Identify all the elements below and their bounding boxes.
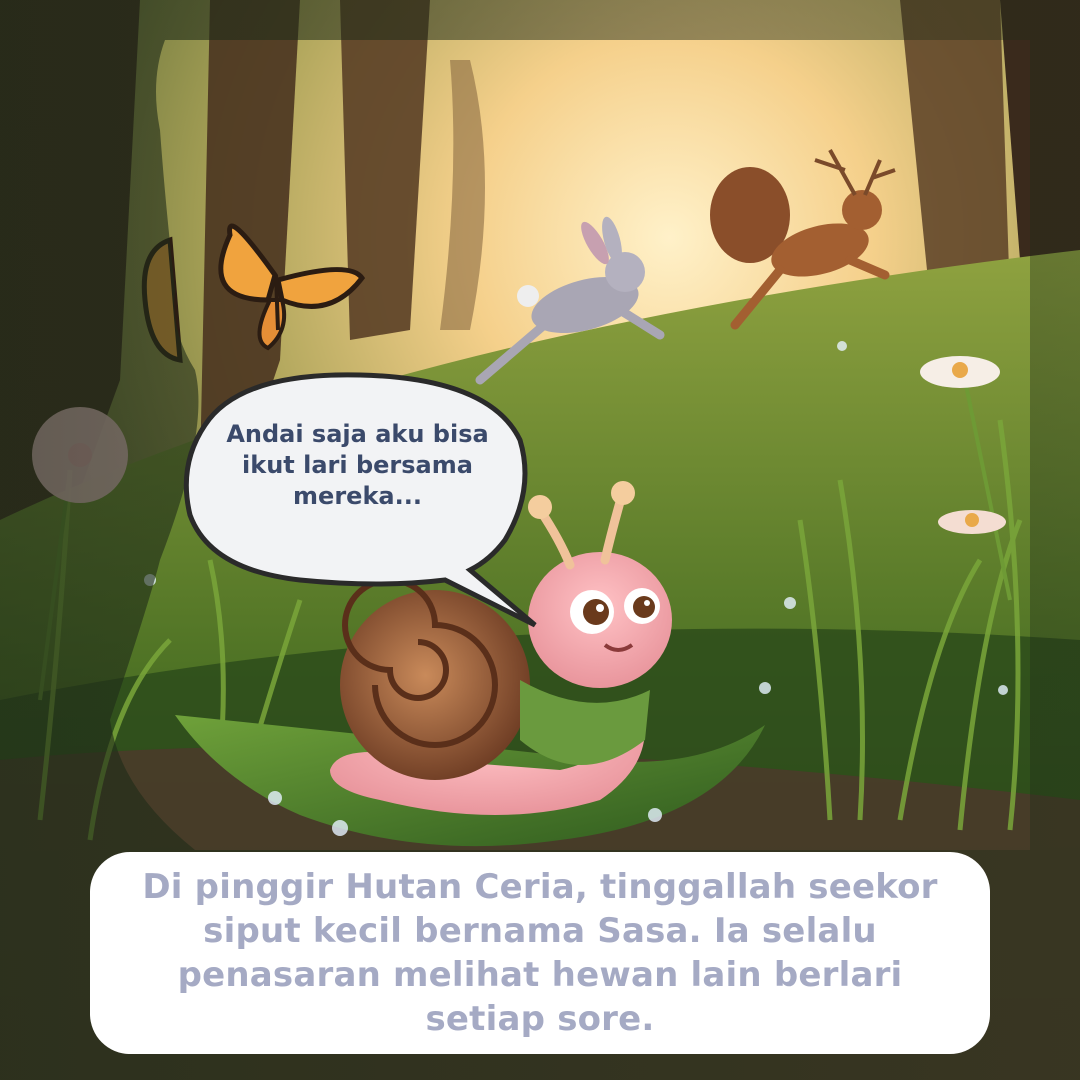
speech-bubble-text-container: Andai saja aku bisa ikut lari bersama me… <box>185 375 530 575</box>
caption-text: Di pinggir Hutan Ceria, tinggallah seeko… <box>142 867 938 1039</box>
caption-box: Di pinggir Hutan Ceria, tinggallah seeko… <box>90 852 990 1054</box>
speech-bubble-text: Andai saja aku bisa ikut lari bersama me… <box>226 419 489 510</box>
